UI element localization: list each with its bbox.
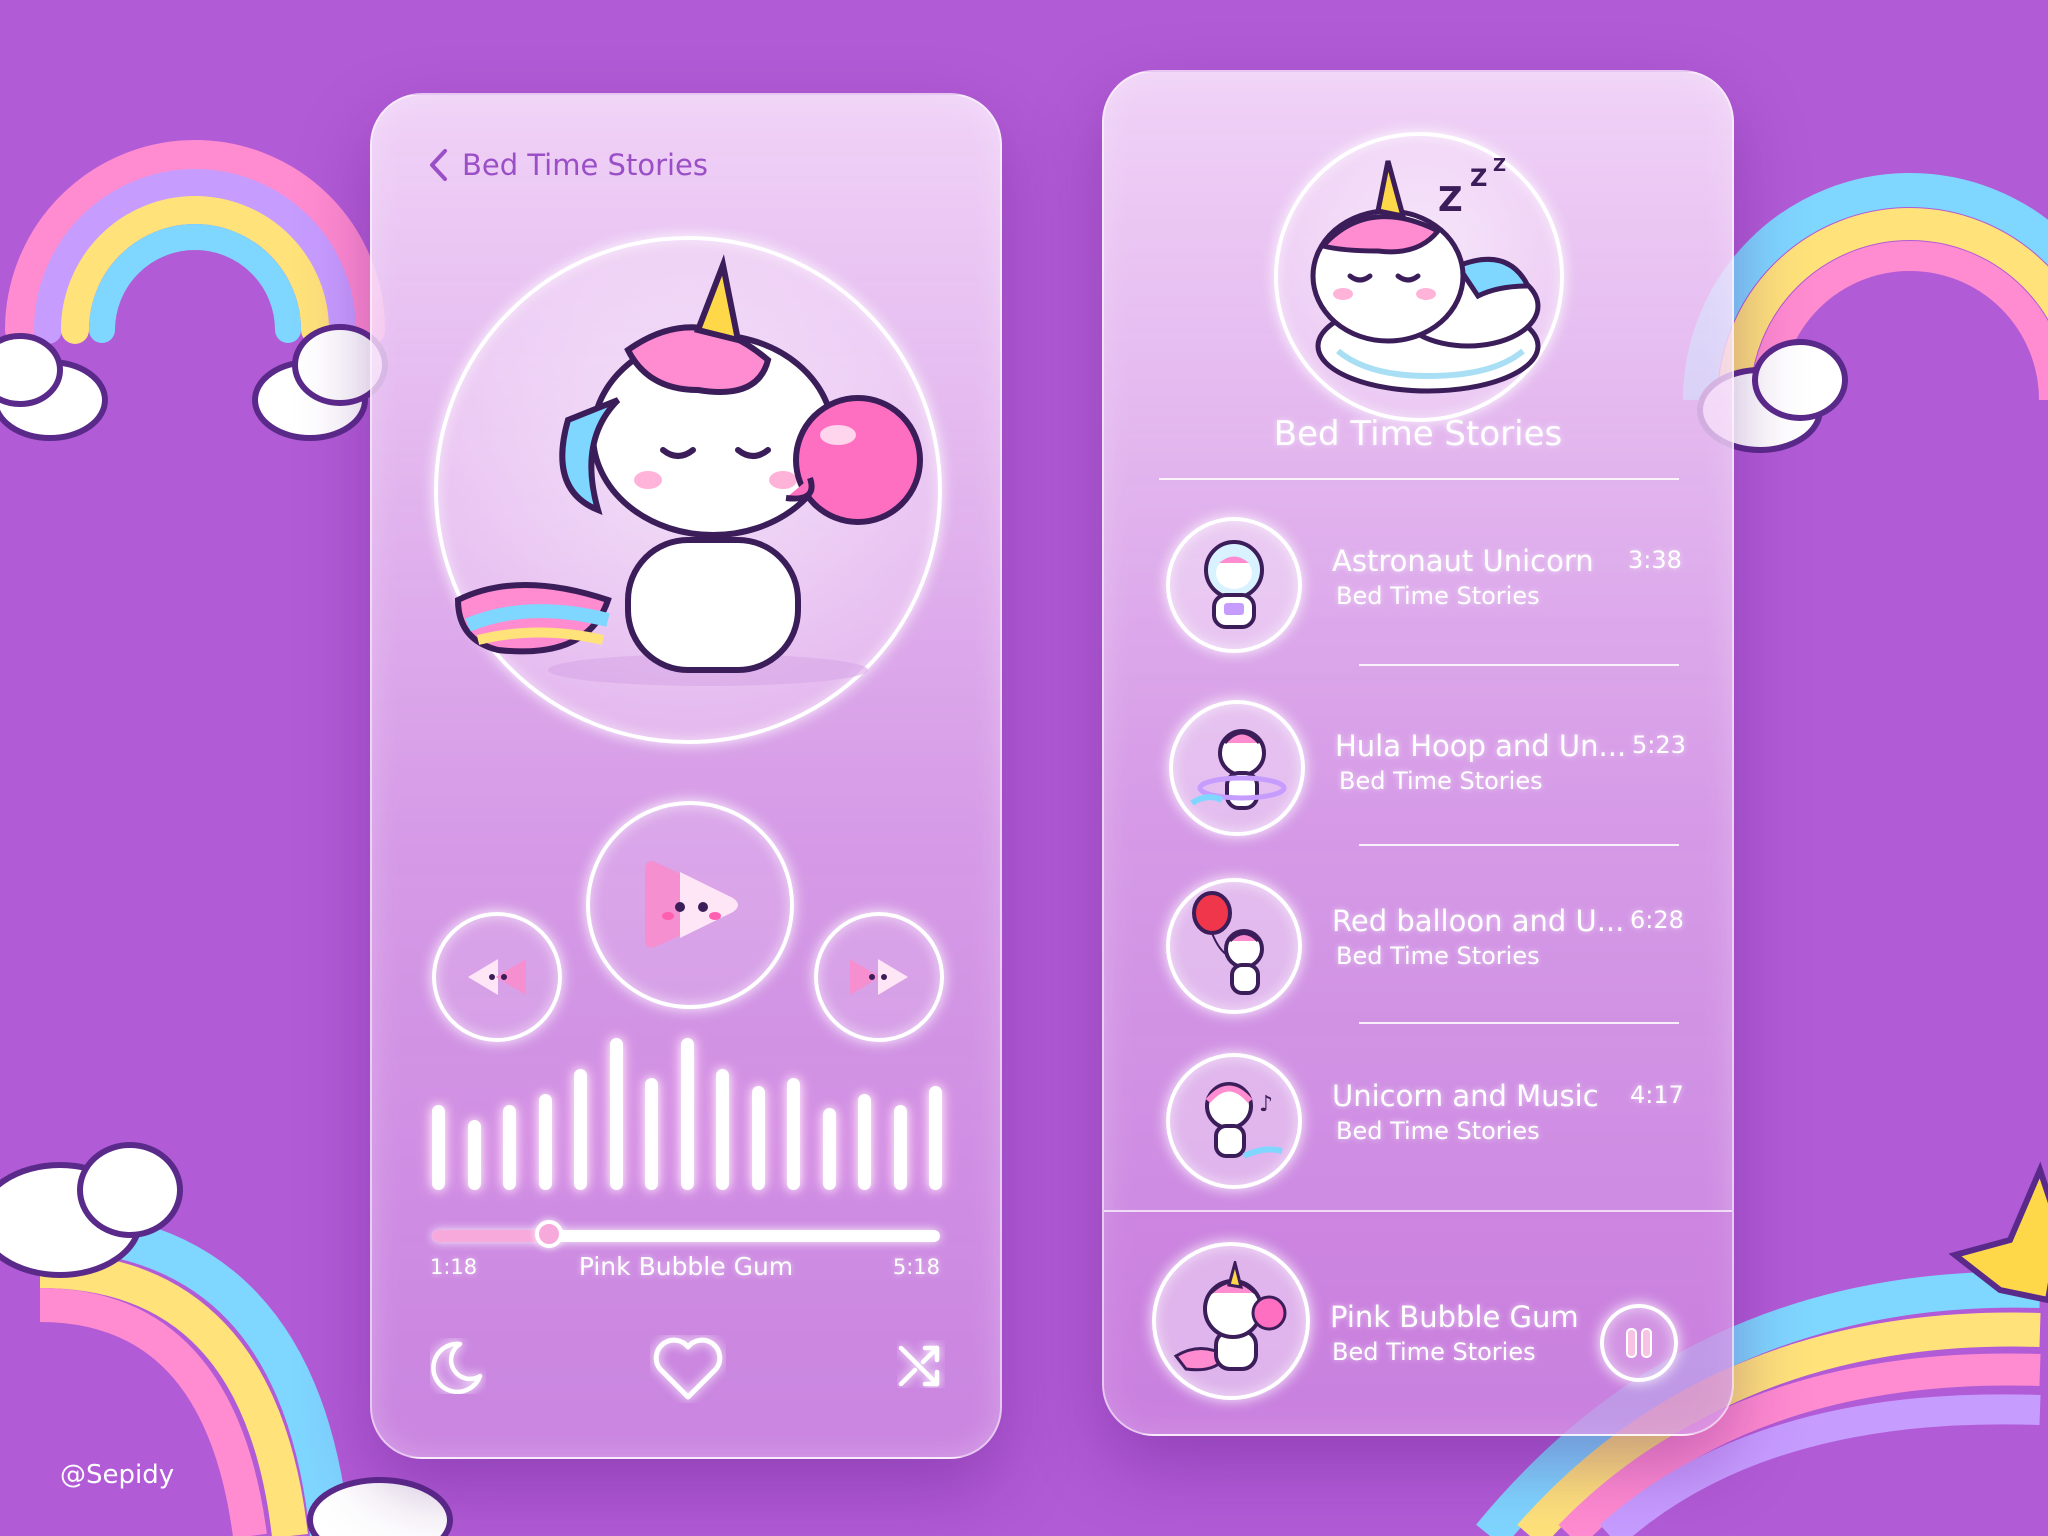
track-subtitle: Bed Time Stories: [1336, 582, 1540, 610]
album-art: [434, 236, 942, 744]
svg-text:Z: Z: [1438, 180, 1463, 220]
mini-player[interactable]: Pink Bubble Gum Bed Time Stories: [1104, 1210, 1732, 1434]
equalizer-bar: [503, 1105, 516, 1190]
total-duration: 5:18: [892, 1255, 940, 1279]
svg-text:♪: ♪: [1259, 1092, 1273, 1117]
equalizer-bar: [894, 1105, 907, 1190]
astronaut-unicorn-icon: [1204, 540, 1264, 629]
sleeping-unicorn-illustration: Z Z Z: [1310, 155, 1541, 394]
equalizer-bar: [858, 1094, 871, 1190]
back-button[interactable]: Bed Time Stories: [428, 145, 708, 185]
playlist-title: Bed Time Stories: [1273, 414, 1563, 454]
fast-forward-icon: [850, 959, 908, 995]
header-divider: [1159, 478, 1679, 480]
back-chevron-icon: [430, 149, 447, 181]
equalizer-bar: [432, 1105, 445, 1190]
track-thumbnail: [1166, 517, 1302, 653]
rainbow-bottom-left: [39, 1210, 350, 1536]
progress-knob[interactable]: [534, 1220, 563, 1248]
background-decoration: [0, 140, 2048, 1536]
pause-icon: [1626, 1328, 1652, 1358]
rewind-button[interactable]: [432, 912, 562, 1042]
play-button[interactable]: [586, 801, 794, 1009]
track-thumbnail: [1166, 878, 1302, 1014]
track-row[interactable]: Hula Hoop and Un... Bed Time Stories 5:2…: [1104, 697, 1732, 837]
fast-forward-button[interactable]: [814, 912, 944, 1042]
track-row[interactable]: Red balloon and U... Bed Time Stories 6:…: [1104, 872, 1732, 1014]
track-thumbnail: ♪: [1166, 1053, 1302, 1189]
track-title: Unicorn and Music: [1332, 1079, 1599, 1113]
play-icon: [645, 861, 738, 948]
playlist-cover: Z Z Z: [1274, 132, 1564, 422]
track-subtitle: Bed Time Stories: [1336, 942, 1540, 970]
watermark: @Sepidy: [60, 1460, 175, 1490]
track-title: Astronaut Unicorn: [1332, 544, 1594, 578]
track-row[interactable]: ♪ Unicorn and Music Bed Time Stories 4:1…: [1104, 1047, 1732, 1189]
playlist-screen: Z Z Z Bed Time Stories Astronaut Unicorn…: [1102, 70, 1734, 1436]
track-duration: 4:17: [1630, 1081, 1684, 1109]
shuffle-icon[interactable]: [897, 1340, 945, 1388]
svg-text:Z: Z: [1493, 155, 1506, 176]
equalizer-bar: [787, 1078, 800, 1190]
equalizer-bar: [574, 1069, 587, 1190]
track-duration: 3:38: [1628, 546, 1682, 574]
track-row[interactable]: Astronaut Unicorn Bed Time Stories 3:38: [1104, 512, 1732, 653]
red-balloon-unicorn-icon: [1192, 891, 1264, 995]
cloud-top-left: [0, 324, 388, 441]
equalizer-bar: [716, 1069, 729, 1190]
rainbow-top-left: [5, 140, 385, 345]
mini-player-subtitle: Bed Time Stories: [1332, 1338, 1536, 1366]
pause-button[interactable]: [1600, 1304, 1678, 1382]
track-duration: 6:28: [1630, 906, 1684, 934]
equalizer-bar: [752, 1086, 765, 1190]
track-subtitle: Bed Time Stories: [1339, 767, 1543, 795]
track-divider: [1359, 1022, 1679, 1024]
player-screen: Bed Time Stories 1:18 Pink Bubble Gum 5:…: [370, 93, 1002, 1459]
equalizer-bar: [645, 1078, 658, 1190]
track-duration: 5:23: [1632, 731, 1686, 759]
track-thumbnail: [1169, 700, 1305, 836]
music-unicorn-icon: ♪: [1205, 1082, 1283, 1159]
track-divider: [1359, 844, 1679, 846]
mini-player-artwork: [1152, 1242, 1310, 1400]
svg-text:Z: Z: [1470, 164, 1487, 192]
mini-player-title: Pink Bubble Gum: [1330, 1300, 1579, 1334]
rewind-icon: [468, 959, 526, 995]
progress-fill: [432, 1230, 549, 1242]
progress-bar[interactable]: [432, 1220, 940, 1248]
bubblegum-unicorn-thumbnail: [1173, 1261, 1287, 1372]
hula-hoop-unicorn-icon: [1190, 729, 1287, 810]
equalizer-bar: [823, 1108, 836, 1190]
equalizer-bar: [610, 1038, 623, 1190]
moon-icon[interactable]: [430, 1338, 486, 1394]
equalizer-bar: [681, 1038, 694, 1190]
track-title: Hula Hoop and Un...: [1335, 729, 1627, 763]
heart-icon[interactable]: [650, 1335, 726, 1403]
equalizer-bar: [929, 1086, 942, 1190]
page-title: Bed Time Stories: [462, 148, 709, 182]
track-subtitle: Bed Time Stories: [1336, 1117, 1540, 1145]
equalizer-bar: [539, 1094, 552, 1190]
track-divider: [1359, 664, 1679, 666]
equalizer-bar: [468, 1120, 481, 1190]
unicorn-bubblegum-illustration: [454, 254, 923, 686]
equalizer-visualizer: [432, 1035, 942, 1190]
track-title: Red balloon and U...: [1332, 904, 1625, 938]
